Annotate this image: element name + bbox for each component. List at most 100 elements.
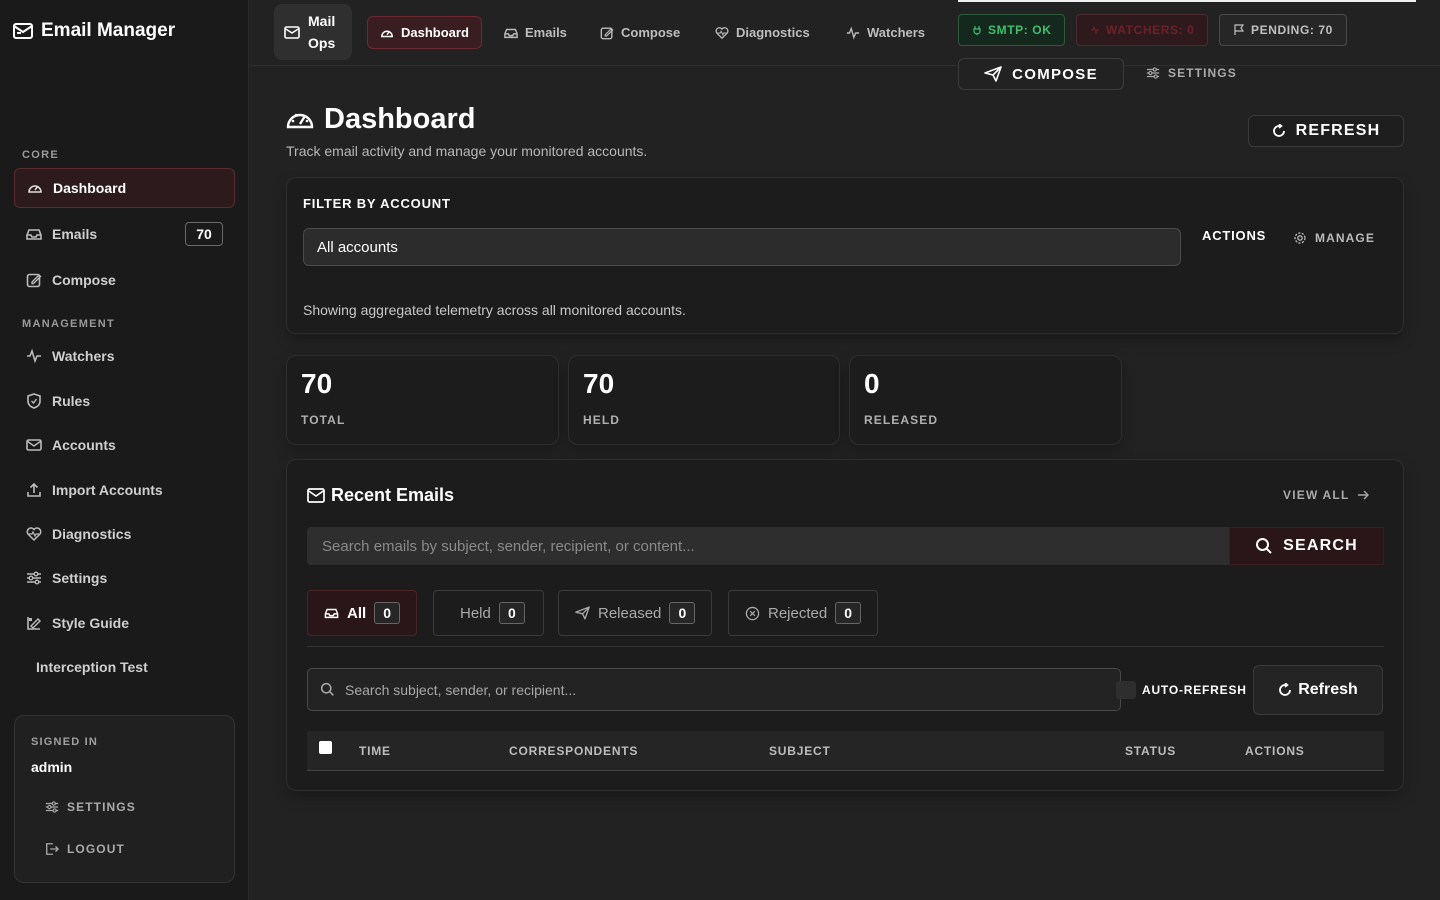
app-brand[interactable]: Email Manager — [13, 20, 175, 42]
page-title-text: Dashboard — [324, 103, 476, 135]
search-icon — [1255, 537, 1273, 555]
table-filter-input[interactable]: Search subject, sender, or recipient... — [307, 668, 1121, 711]
tab-label: Diagnostics — [736, 25, 810, 40]
sidebar-item-diagnostics[interactable]: Diagnostics — [14, 514, 235, 554]
tab-emails[interactable]: Emails — [492, 16, 579, 49]
stat-value: 0 — [864, 368, 880, 399]
column-header-time[interactable]: TIME — [359, 744, 391, 758]
sidebar-item-label: Watchers — [52, 348, 115, 364]
stat-total: 70 TOTAL — [286, 355, 559, 445]
app-title: Email Manager — [41, 20, 176, 41]
logout-icon — [45, 842, 59, 856]
logout-label: LOGOUT — [67, 842, 125, 856]
compose-button-label: COMPOSE — [1012, 65, 1098, 83]
filter-tab-label: Released — [598, 604, 662, 622]
upload-icon — [26, 482, 42, 498]
table-refresh-button[interactable]: Refresh — [1253, 665, 1383, 715]
status-pending: PENDING: 70 — [1219, 14, 1347, 46]
sidebar-item-style-guide[interactable]: Style Guide — [14, 603, 235, 643]
filter-tab-rejected[interactable]: Rejected 0 — [728, 590, 879, 636]
tab-label: Watchers — [867, 25, 926, 40]
filter-tab-all[interactable]: All 0 — [307, 590, 418, 636]
status-watchers: WATCHERS: 0 — [1076, 14, 1209, 46]
sidebar-item-interception-test[interactable]: Interception Test — [14, 647, 235, 687]
mail-ops-line1: Mail — [308, 13, 336, 29]
stat-value: 70 — [583, 368, 615, 399]
signin-settings-link[interactable]: SETTINGS — [45, 800, 136, 814]
sidebar-item-accounts[interactable]: Accounts — [14, 425, 235, 465]
section-label-core: CORE — [22, 149, 59, 161]
tab-label: Emails — [525, 25, 567, 40]
logout-link[interactable]: LOGOUT — [45, 842, 125, 856]
select-all-checkbox[interactable] — [319, 741, 332, 754]
flag-icon — [1233, 24, 1245, 36]
sidebar-item-label: Import Accounts — [52, 482, 163, 498]
tab-dashboard[interactable]: Dashboard — [367, 16, 482, 49]
tab-compose[interactable]: Compose — [588, 16, 692, 49]
sidebar-item-label: Compose — [52, 272, 116, 288]
edit-icon — [600, 26, 614, 40]
status-smtp-label: SMTP: OK — [988, 23, 1052, 37]
compose-button[interactable]: COMPOSE — [958, 58, 1124, 90]
filter-tab-held[interactable]: Held 0 — [433, 590, 544, 636]
sidebar-item-import-accounts[interactable]: Import Accounts — [14, 470, 235, 510]
search-button[interactable]: SEARCH — [1229, 527, 1384, 565]
view-all-link[interactable]: VIEW ALL — [1283, 488, 1370, 502]
column-header-correspondents[interactable]: CORRESPONDENTS — [509, 744, 638, 758]
page-subtitle: Track email activity and manage your mon… — [286, 143, 648, 159]
inbox-icon — [26, 226, 42, 242]
sidebar-item-watchers[interactable]: Watchers — [14, 336, 235, 376]
stat-value: 70 — [301, 368, 333, 399]
envelope-icon — [284, 25, 300, 39]
mail-ops-brand[interactable]: Mail Ops — [274, 4, 352, 60]
signin-settings-label: SETTINGS — [67, 800, 136, 814]
filter-tab-released[interactable]: Released 0 — [558, 590, 713, 636]
filter-tab-count: 0 — [669, 602, 696, 624]
top-accent-line — [958, 0, 1416, 2]
tab-watchers[interactable]: Watchers — [834, 16, 937, 49]
settings-link[interactable]: SETTINGS — [1146, 66, 1237, 80]
filter-note: Showing aggregated telemetry across all … — [303, 302, 686, 318]
table-refresh-label: Refresh — [1298, 681, 1358, 698]
sidebar-item-label: Settings — [52, 570, 108, 586]
sidebar-item-label: Diagnostics — [52, 526, 132, 542]
filter-tab-count: 0 — [498, 602, 525, 624]
manage-button[interactable]: MANAGE — [1293, 231, 1375, 245]
heart-pulse-icon — [715, 26, 729, 40]
sidebar-item-dashboard[interactable]: Dashboard — [14, 168, 235, 208]
sidebar-item-rules[interactable]: Rules — [14, 381, 235, 421]
auto-refresh-label: AUTO-REFRESH — [1142, 683, 1247, 697]
column-header-status[interactable]: STATUS — [1125, 744, 1176, 758]
status-pending-label: PENDING: 70 — [1251, 23, 1333, 37]
column-header-subject[interactable]: SUBJECT — [769, 744, 831, 758]
sidebar-item-compose[interactable]: Compose — [14, 260, 235, 300]
alert-icon — [1090, 25, 1100, 35]
sidebar-item-emails[interactable]: Emails 70 — [14, 214, 235, 254]
heart-pulse-icon — [26, 526, 42, 542]
refresh-button[interactable]: REFRESH — [1248, 115, 1404, 147]
tab-diagnostics[interactable]: Diagnostics — [703, 16, 822, 49]
envelope-icon — [307, 488, 325, 503]
email-search-input[interactable]: Search emails by subject, sender, recipi… — [307, 527, 1229, 565]
x-circle-icon — [745, 606, 760, 621]
recent-emails-title: Recent Emails — [307, 485, 454, 506]
stat-released: 0 RELEASED — [849, 355, 1122, 445]
mail-ops-line2: Ops — [308, 35, 336, 51]
sidebar-item-label: Style Guide — [52, 615, 130, 631]
tab-label: Compose — [621, 25, 681, 40]
sliders-icon — [26, 570, 42, 586]
sidebar-item-settings[interactable]: Settings — [14, 558, 235, 598]
auto-refresh-toggle[interactable]: AUTO-REFRESH — [1116, 681, 1247, 699]
stat-held: 70 HELD — [568, 355, 840, 445]
filter-tab-label: Rejected — [768, 604, 828, 622]
shield-icon — [26, 393, 42, 409]
account-select[interactable]: All accounts — [303, 228, 1181, 266]
sliders-icon — [45, 800, 59, 814]
send-icon — [575, 606, 590, 620]
auto-refresh-switch[interactable] — [1116, 681, 1136, 699]
sidebar-item-label: Accounts — [52, 437, 116, 453]
signed-in-panel: SIGNED IN admin SETTINGS LOGOUT — [14, 715, 235, 883]
section-label-management: MANAGEMENT — [22, 318, 116, 330]
inbox-icon — [504, 26, 518, 40]
column-header-actions: ACTIONS — [1245, 744, 1305, 758]
